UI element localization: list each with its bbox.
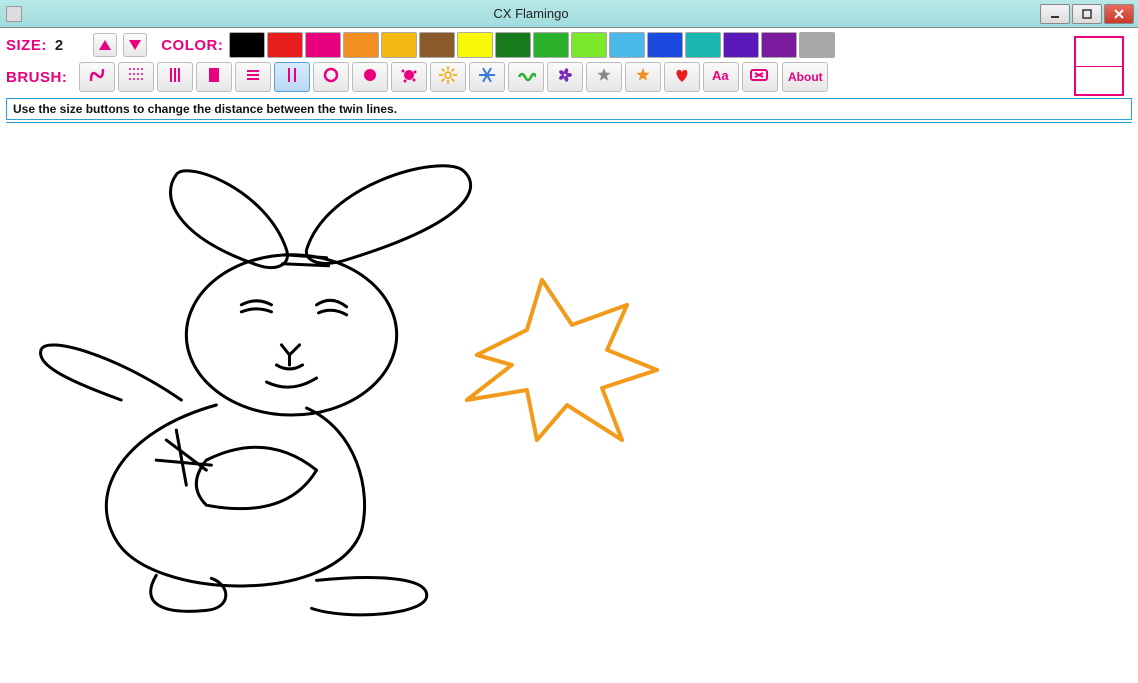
hint-bar: Use the size buttons to change the dista… — [6, 98, 1132, 120]
brush-squiggle-green[interactable] — [508, 62, 544, 92]
brush-splat[interactable] — [391, 62, 427, 92]
twin-lines-icon — [282, 65, 302, 90]
color-swatch-orange[interactable] — [343, 32, 379, 58]
brush-buttons: Aa — [79, 62, 778, 92]
brush-horiz-lines[interactable] — [235, 62, 271, 92]
preview-box — [1074, 36, 1124, 96]
solid-rect-icon — [204, 65, 224, 90]
color-swatch-yellow-orange[interactable] — [381, 32, 417, 58]
brush-twin-lines[interactable] — [274, 62, 310, 92]
toolbar-brush-row: BRUSH: Aa About — [6, 62, 1132, 92]
color-swatch-dark-purple[interactable] — [761, 32, 797, 58]
color-swatch-black[interactable] — [229, 32, 265, 58]
svg-text:Aa: Aa — [712, 68, 729, 83]
snowflake-icon — [477, 65, 497, 90]
color-swatch-magenta[interactable] — [305, 32, 341, 58]
minimize-button[interactable] — [1040, 4, 1070, 24]
color-swatch-yellow[interactable] — [457, 32, 493, 58]
brush-flower-purple[interactable] — [547, 62, 583, 92]
triangle-down-icon — [129, 40, 141, 50]
color-swatch-dark-green[interactable] — [495, 32, 531, 58]
toolbar-top: SIZE: 2 COLOR: — [6, 32, 1132, 58]
star-orange-icon — [633, 65, 653, 90]
brush-star-gray[interactable] — [586, 62, 622, 92]
curve-icon — [87, 65, 107, 90]
brush-snowflake[interactable] — [469, 62, 505, 92]
size-up-button[interactable] — [93, 33, 117, 57]
color-swatch-gray[interactable] — [799, 32, 835, 58]
about-label: About — [788, 70, 823, 84]
size-value: 2 — [55, 37, 63, 54]
vertical-stripes-icon — [165, 65, 185, 90]
horiz-lines-icon — [243, 65, 263, 90]
color-swatch-blue[interactable] — [647, 32, 683, 58]
titlebar: CX Flamingo — [0, 0, 1138, 28]
dots-spray-icon — [126, 65, 146, 90]
brush-curve[interactable] — [79, 62, 115, 92]
size-label: SIZE: — [6, 37, 47, 54]
solid-circle-icon — [360, 65, 380, 90]
brush-heart[interactable] — [664, 62, 700, 92]
color-swatch-teal[interactable] — [685, 32, 721, 58]
flower-purple-icon — [555, 65, 575, 90]
brush-solid-rect[interactable] — [196, 62, 232, 92]
color-swatch-sky-blue[interactable] — [609, 32, 645, 58]
color-label: COLOR: — [161, 37, 223, 54]
color-swatch-brown[interactable] — [419, 32, 455, 58]
brush-text[interactable]: Aa — [703, 62, 739, 92]
drawing-canvas[interactable] — [6, 122, 1132, 677]
squiggle-green-icon — [516, 65, 536, 90]
color-swatch-purple[interactable] — [723, 32, 759, 58]
brush-eraser[interactable] — [742, 62, 778, 92]
sun-icon — [438, 65, 458, 90]
brush-vertical-stripes[interactable] — [157, 62, 193, 92]
splat-icon — [399, 65, 419, 90]
app-icon — [6, 6, 22, 22]
brush-dots-spray[interactable] — [118, 62, 154, 92]
heart-icon — [672, 65, 692, 90]
color-swatches — [229, 32, 835, 58]
brush-solid-circle[interactable] — [352, 62, 388, 92]
color-swatch-lime[interactable] — [571, 32, 607, 58]
text-icon: Aa — [710, 65, 732, 90]
canvas-drawing — [6, 123, 1132, 677]
color-swatch-green[interactable] — [533, 32, 569, 58]
maximize-button[interactable] — [1072, 4, 1102, 24]
ring-icon — [321, 65, 341, 90]
brush-ring[interactable] — [313, 62, 349, 92]
color-swatch-red[interactable] — [267, 32, 303, 58]
close-button[interactable] — [1104, 4, 1134, 24]
brush-star-orange[interactable] — [625, 62, 661, 92]
eraser-icon — [749, 65, 771, 90]
brush-label: BRUSH: — [6, 69, 67, 86]
star-gray-icon — [594, 65, 614, 90]
brush-sun[interactable] — [430, 62, 466, 92]
size-down-button[interactable] — [123, 33, 147, 57]
triangle-up-icon — [99, 40, 111, 50]
window-title: CX Flamingo — [22, 6, 1040, 21]
about-button[interactable]: About — [782, 62, 828, 92]
